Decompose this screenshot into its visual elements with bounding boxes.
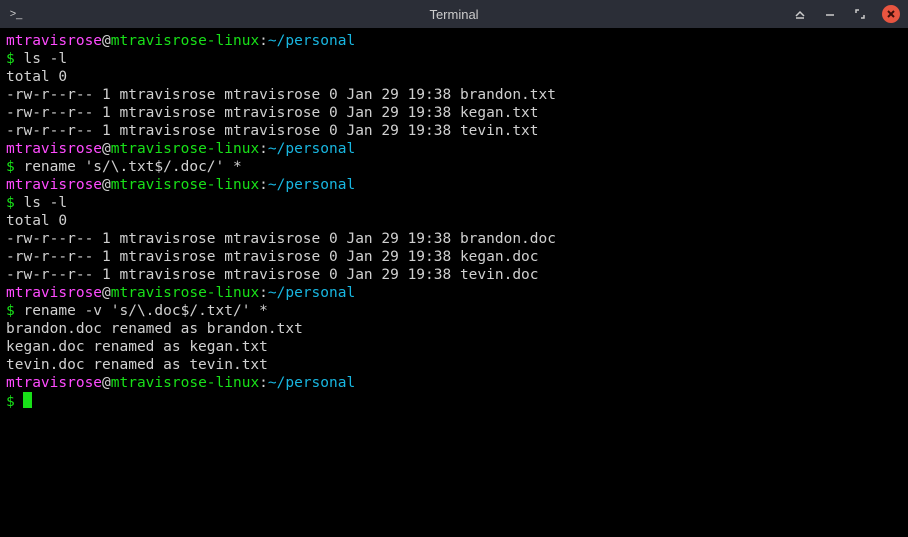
output-text: -rw-r--r-- 1 mtravisrose mtravisrose 0 J… [6, 123, 539, 139]
prompt-path: ~/personal [268, 141, 355, 157]
output-line: -rw-r--r-- 1 mtravisrose mtravisrose 0 J… [6, 122, 902, 140]
output-text: kegan.doc renamed as kegan.txt [6, 339, 268, 355]
prompt: mtravisrose@mtravisrose-linux:~/personal [6, 284, 902, 302]
minimize-button[interactable] [822, 6, 838, 22]
colon-symbol: : [259, 141, 268, 157]
prompt-host: mtravisrose-linux [111, 285, 259, 301]
command-line: $ rename 's/\.txt$/.doc/' * [6, 158, 902, 176]
output-line: -rw-r--r-- 1 mtravisrose mtravisrose 0 J… [6, 266, 902, 284]
at-symbol: @ [102, 285, 111, 301]
prompt-symbol: $ [6, 159, 23, 175]
up-arrow-icon[interactable] [792, 6, 808, 22]
prompt-host: mtravisrose-linux [111, 141, 259, 157]
maximize-button[interactable] [852, 6, 868, 22]
output-text: -rw-r--r-- 1 mtravisrose mtravisrose 0 J… [6, 87, 556, 103]
prompt-host: mtravisrose-linux [111, 375, 259, 391]
output-line: -rw-r--r-- 1 mtravisrose mtravisrose 0 J… [6, 104, 902, 122]
prompt-user: mtravisrose [6, 141, 102, 157]
colon-symbol: : [259, 375, 268, 391]
output-text: tevin.doc renamed as tevin.txt [6, 357, 268, 373]
command-text: ls -l [23, 51, 67, 67]
prompt-host: mtravisrose-linux [111, 177, 259, 193]
prompt-user: mtravisrose [6, 177, 102, 193]
prompt-user: mtravisrose [6, 33, 102, 49]
output-line: -rw-r--r-- 1 mtravisrose mtravisrose 0 J… [6, 86, 902, 104]
output-line: total 0 [6, 68, 902, 86]
prompt-line: mtravisrose@mtravisrose-linux:~/personal [6, 284, 902, 302]
at-symbol: @ [102, 375, 111, 391]
output-text: total 0 [6, 213, 67, 229]
prompt-symbol: $ [6, 195, 23, 211]
prompt-line: mtravisrose@mtravisrose-linux:~/personal [6, 374, 902, 392]
output-line: brandon.doc renamed as brandon.txt [6, 320, 902, 338]
command-line: $ ls -l [6, 194, 902, 212]
output-line: -rw-r--r-- 1 mtravisrose mtravisrose 0 J… [6, 248, 902, 266]
cursor-block [23, 392, 32, 408]
output-text: total 0 [6, 69, 67, 85]
prompt-path: ~/personal [268, 177, 355, 193]
prompt: mtravisrose@mtravisrose-linux:~/personal [6, 374, 902, 392]
window-controls [792, 5, 900, 23]
output-text: -rw-r--r-- 1 mtravisrose mtravisrose 0 J… [6, 249, 539, 265]
output-text: -rw-r--r-- 1 mtravisrose mtravisrose 0 J… [6, 267, 539, 283]
prompt-symbol: $ [6, 303, 23, 319]
prompt: mtravisrose@mtravisrose-linux:~/personal [6, 140, 902, 158]
prompt-symbol: $ [6, 51, 23, 67]
terminal-app-icon: >_ [8, 6, 24, 22]
prompt-user: mtravisrose [6, 375, 102, 391]
output-text: brandon.doc renamed as brandon.txt [6, 321, 303, 337]
at-symbol: @ [102, 141, 111, 157]
close-button[interactable] [882, 5, 900, 23]
prompt-host: mtravisrose-linux [111, 33, 259, 49]
command-text: rename 's/\.txt$/.doc/' * [23, 159, 241, 175]
colon-symbol: : [259, 33, 268, 49]
prompt-path: ~/personal [268, 285, 355, 301]
prompt-line: mtravisrose@mtravisrose-linux:~/personal [6, 140, 902, 158]
titlebar-left: >_ [8, 6, 24, 22]
active-prompt[interactable]: $ [6, 392, 902, 411]
titlebar: >_ Terminal [0, 0, 908, 28]
prompt-path: ~/personal [268, 375, 355, 391]
colon-symbol: : [259, 285, 268, 301]
colon-symbol: : [259, 177, 268, 193]
prompt-line: mtravisrose@mtravisrose-linux:~/personal [6, 176, 902, 194]
output-line: kegan.doc renamed as kegan.txt [6, 338, 902, 356]
prompt: mtravisrose@mtravisrose-linux:~/personal [6, 32, 902, 50]
prompt-path: ~/personal [268, 33, 355, 49]
prompt: mtravisrose@mtravisrose-linux:~/personal [6, 176, 902, 194]
prompt-symbol: $ [6, 394, 23, 410]
command-line: $ rename -v 's/\.doc$/.txt/' * [6, 302, 902, 320]
output-line: total 0 [6, 212, 902, 230]
output-text: -rw-r--r-- 1 mtravisrose mtravisrose 0 J… [6, 105, 539, 121]
output-line: -rw-r--r-- 1 mtravisrose mtravisrose 0 J… [6, 230, 902, 248]
terminal-body[interactable]: mtravisrose@mtravisrose-linux:~/personal… [0, 28, 908, 537]
prompt-line: mtravisrose@mtravisrose-linux:~/personal [6, 32, 902, 50]
command-text: ls -l [23, 195, 67, 211]
command-line: $ ls -l [6, 50, 902, 68]
output-line: tevin.doc renamed as tevin.txt [6, 356, 902, 374]
window-title: Terminal [429, 7, 478, 22]
at-symbol: @ [102, 33, 111, 49]
prompt-user: mtravisrose [6, 285, 102, 301]
output-text: -rw-r--r-- 1 mtravisrose mtravisrose 0 J… [6, 231, 556, 247]
at-symbol: @ [102, 177, 111, 193]
command-text: rename -v 's/\.doc$/.txt/' * [23, 303, 267, 319]
